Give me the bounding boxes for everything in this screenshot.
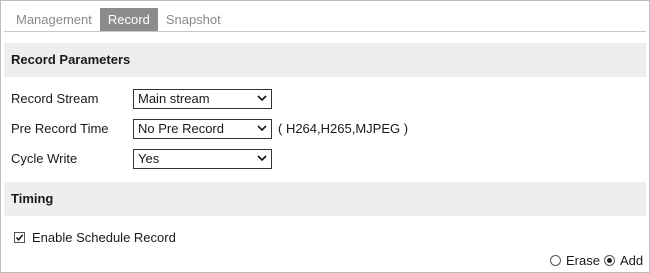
enable-schedule-label: Enable Schedule Record bbox=[32, 230, 176, 245]
tab-divider bbox=[4, 31, 646, 32]
tab-bar: Management Record Snapshot bbox=[8, 8, 229, 32]
chevron-down-icon bbox=[257, 125, 267, 132]
record-stream-value: Main stream bbox=[138, 91, 210, 106]
tab-record[interactable]: Record bbox=[99, 8, 158, 31]
radio-selected-dot bbox=[607, 258, 612, 263]
record-stream-label: Record Stream bbox=[11, 91, 99, 106]
section-header-record-parameters: Record Parameters bbox=[4, 43, 646, 77]
add-radio[interactable] bbox=[604, 255, 615, 266]
pre-record-time-select[interactable]: No Pre Record bbox=[133, 119, 272, 139]
erase-radio-label: Erase bbox=[566, 253, 600, 268]
pre-record-time-label: Pre Record Time bbox=[11, 121, 109, 136]
tab-management[interactable]: Management bbox=[8, 8, 100, 31]
pre-record-codec-hint: ( H264,H265,MJPEG ) bbox=[278, 121, 409, 136]
record-stream-select[interactable]: Main stream bbox=[133, 89, 272, 109]
cycle-write-select[interactable]: Yes bbox=[133, 149, 272, 169]
erase-radio[interactable] bbox=[550, 255, 561, 266]
chevron-down-icon bbox=[257, 95, 267, 102]
pre-record-time-value: No Pre Record bbox=[138, 121, 224, 136]
section-header-timing: Timing bbox=[4, 182, 646, 216]
chevron-down-icon bbox=[257, 155, 267, 162]
cycle-write-label: Cycle Write bbox=[11, 151, 78, 166]
enable-schedule-checkbox[interactable] bbox=[14, 232, 25, 243]
cycle-write-value: Yes bbox=[138, 151, 160, 166]
tab-snapshot[interactable]: Snapshot bbox=[158, 8, 229, 31]
checkmark-icon bbox=[15, 234, 24, 241]
add-radio-label: Add bbox=[620, 253, 644, 268]
